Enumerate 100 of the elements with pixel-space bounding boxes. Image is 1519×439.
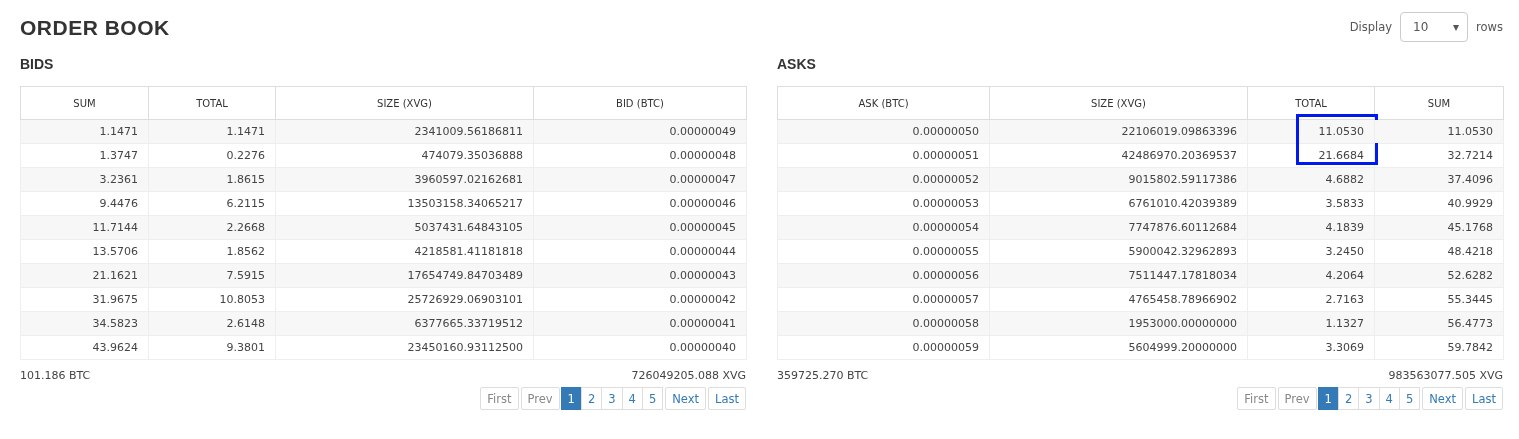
table-cell: 0.00000046	[533, 191, 747, 216]
table-cell: 0.00000044	[533, 239, 747, 264]
table-cell: 1.1327	[1247, 311, 1375, 336]
section-heading: ASKS	[777, 56, 817, 72]
table-cell: 0.00000050	[777, 119, 990, 144]
table-cell: 3.3069	[1247, 335, 1375, 360]
table-cell: 3.5833	[1247, 191, 1375, 216]
page-button[interactable]: 1	[1317, 387, 1339, 410]
total-text: 983563077.505 XVG	[1388, 369, 1503, 382]
table-cell: 3960597.02162681	[275, 167, 534, 192]
table-cell: 0.00000053	[777, 191, 990, 216]
page-button[interactable]: Next	[1422, 387, 1464, 410]
table-cell: 48.4218	[1374, 239, 1504, 264]
page-button[interactable]: 2	[1337, 387, 1360, 410]
table-cell: 9.3801	[148, 335, 276, 360]
table-cell: 1.8615	[148, 167, 276, 192]
page-button[interactable]: 5	[1398, 387, 1421, 410]
table-cell: 7747876.60112684	[989, 215, 1248, 240]
page-button[interactable]: Last	[1465, 387, 1503, 410]
table-cell: 4.1839	[1247, 215, 1375, 240]
table-cell: 34.5823	[20, 311, 149, 336]
column-header: BID (BTC)	[533, 86, 747, 120]
table-cell: 6761010.42039389	[989, 191, 1248, 216]
page-button[interactable]: Next	[665, 387, 707, 410]
table-cell: 25726929.06903101	[275, 287, 534, 312]
table-cell: 32.7214	[1374, 143, 1504, 168]
table-cell: 0.00000048	[533, 143, 747, 168]
table-cell: 11.0530	[1374, 119, 1504, 144]
table-cell: 37.4096	[1374, 167, 1504, 192]
table-cell: 13503158.34065217	[275, 191, 534, 216]
table-cell: 13.5706	[20, 239, 149, 264]
table-cell: 9015802.59117386	[989, 167, 1248, 192]
table-cell: 31.9675	[20, 287, 149, 312]
total-text: 359725.270 BTC	[777, 369, 869, 382]
table-cell: 22106019.09863396	[989, 119, 1248, 144]
table-cell: 0.00000045	[533, 215, 747, 240]
page-title: ORDER BOOK	[20, 16, 170, 40]
table-cell: 2.6148	[148, 311, 276, 336]
table-cell: 55.3445	[1374, 287, 1504, 312]
table-cell: 42486970.20369537	[989, 143, 1248, 168]
rows-select[interactable]: 10 ▾	[1400, 12, 1469, 42]
table-cell: 0.00000042	[533, 287, 747, 312]
table-cell: 59.7842	[1374, 335, 1504, 360]
table-cell: 3.2450	[1247, 239, 1375, 264]
table-cell: 45.1768	[1374, 215, 1504, 240]
table-cell: 0.00000043	[533, 263, 747, 288]
column-header: SUM	[1374, 86, 1504, 120]
table-cell: 6.2115	[148, 191, 276, 216]
table-cell: 10.8053	[148, 287, 276, 312]
table-cell: 1953000.00000000	[989, 311, 1248, 336]
section-heading: BIDS	[20, 56, 55, 72]
table-cell: 2.2668	[148, 215, 276, 240]
table-cell: 7.5915	[148, 263, 276, 288]
table-cell: 474079.35036888	[275, 143, 534, 168]
table-cell: 0.00000056	[777, 263, 990, 288]
total-text: 101.186 BTC	[20, 369, 91, 382]
table-cell: 1.1471	[148, 119, 276, 144]
page-button[interactable]: 2	[580, 387, 603, 410]
page-button[interactable]: 1	[560, 387, 582, 410]
table-cell: 5037431.64843105	[275, 215, 534, 240]
table-cell: 23450160.93112500	[275, 335, 534, 360]
table-cell: 0.2276	[148, 143, 276, 168]
table-cell: 56.4773	[1374, 311, 1504, 336]
table-cell: 4765458.78966902	[989, 287, 1248, 312]
column-header: ASK (BTC)	[777, 86, 990, 120]
table-cell: 2341009.56186811	[275, 119, 534, 144]
table-cell: 0.00000040	[533, 335, 747, 360]
page-button[interactable]: 4	[621, 387, 643, 410]
table-cell: 0.00000052	[777, 167, 990, 192]
table-cell: 0.00000054	[777, 215, 990, 240]
page-button[interactable]: 3	[1358, 387, 1380, 410]
total-text: 726049205.088 XVG	[631, 369, 746, 382]
page-button[interactable]: 4	[1378, 387, 1400, 410]
table-cell: 0.00000047	[533, 167, 747, 192]
table-cell: 9.4476	[20, 191, 149, 216]
rows-label: rows	[1476, 20, 1503, 34]
column-header: SIZE (XVG)	[275, 86, 534, 120]
column-header: TOTAL	[148, 86, 276, 120]
table-cell: 4.6882	[1247, 167, 1375, 192]
table-cell: 0.00000059	[777, 335, 990, 360]
page-button[interactable]: 3	[601, 387, 623, 410]
table-cell: 1.3747	[20, 143, 149, 168]
table-cell: 0.00000049	[533, 119, 747, 144]
table-cell: 7511447.17818034	[989, 263, 1248, 288]
table-cell: 1.8562	[148, 239, 276, 264]
display-label: Display	[1349, 20, 1393, 34]
page-button[interactable]: Last	[708, 387, 746, 410]
table-cell: 52.6282	[1374, 263, 1504, 288]
table-cell: 3.2361	[20, 167, 149, 192]
table-cell: 43.9624	[20, 335, 149, 360]
table-cell: 0.00000057	[777, 287, 990, 312]
table-cell: 0.00000041	[533, 311, 747, 336]
table-cell: 11.7144	[20, 215, 149, 240]
table-cell: 4218581.41181818	[275, 239, 534, 264]
table-cell: 5604999.20000000	[989, 335, 1248, 360]
page-button[interactable]: 5	[641, 387, 664, 410]
table-cell: 21.6684	[1247, 143, 1375, 168]
table-cell: 40.9929	[1374, 191, 1504, 216]
table-cell: 21.1621	[20, 263, 149, 288]
table-cell: 0.00000055	[777, 239, 990, 264]
